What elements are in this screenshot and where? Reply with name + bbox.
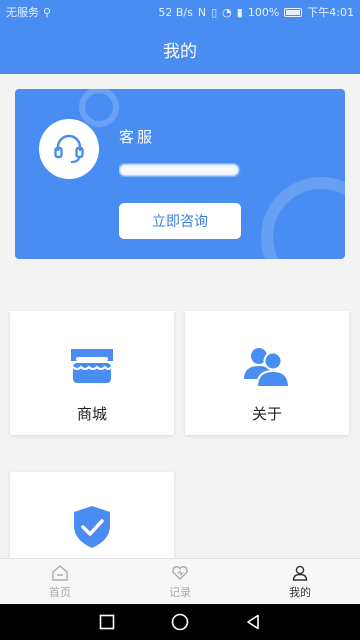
tile-store[interactable]: 商城 bbox=[10, 311, 174, 435]
nav-records-label: 记录 bbox=[169, 585, 191, 599]
tile-label: 关于 bbox=[251, 405, 282, 423]
nav-mine-label: 我的 bbox=[289, 585, 311, 599]
shield-check-icon bbox=[65, 500, 119, 554]
heart-icon bbox=[172, 565, 188, 580]
status-bar: 无服务 ⚲ 52 B/s N ▯ ◔ ▮ 100% 下午4:01 bbox=[0, 0, 360, 24]
nav-records[interactable]: 记录 bbox=[120, 559, 240, 604]
usb-icon: ⚲ bbox=[43, 5, 52, 19]
battery-icon bbox=[284, 7, 303, 17]
bottom-nav: 首页 记录 我的 bbox=[0, 558, 360, 604]
service-title: 客服 bbox=[119, 128, 156, 146]
tile-security[interactable] bbox=[10, 472, 174, 558]
headset-avatar bbox=[39, 119, 99, 179]
nav-home-label: 首页 bbox=[49, 585, 71, 599]
clock: 下午4:01 bbox=[307, 6, 354, 19]
page-title: 我的 bbox=[163, 41, 197, 62]
consult-now-button[interactable]: 立即咨询 bbox=[119, 203, 241, 239]
decor-ring bbox=[261, 177, 345, 259]
recents-icon[interactable] bbox=[92, 607, 122, 637]
decor-ring bbox=[79, 89, 119, 127]
tile-about[interactable]: 关于 bbox=[185, 311, 349, 435]
wifi-icon: ◔ bbox=[222, 5, 232, 19]
nav-mine[interactable]: 我的 bbox=[240, 559, 360, 604]
headset-icon bbox=[54, 134, 84, 164]
system-nav-bar bbox=[0, 604, 360, 640]
main-content: 客服 立即咨询 商城 关于 bbox=[0, 74, 360, 558]
home-circle-icon[interactable] bbox=[165, 607, 195, 637]
battery-percent: 100% bbox=[247, 5, 280, 19]
customer-service-card: 客服 立即咨询 bbox=[15, 89, 345, 259]
title-bar: 我的 bbox=[0, 24, 360, 74]
users-icon bbox=[240, 339, 294, 393]
service-phone bbox=[119, 163, 259, 177]
user-icon bbox=[292, 565, 308, 581]
net-speed: 52 B/s bbox=[158, 5, 193, 19]
tile-label: 商城 bbox=[76, 405, 107, 423]
carrier-text: 无服务 bbox=[6, 6, 39, 19]
home-icon bbox=[52, 564, 68, 581]
vibrate-icon: ▯ bbox=[211, 5, 218, 19]
battery-saver-icon: ▮ bbox=[236, 5, 243, 19]
back-icon[interactable] bbox=[238, 607, 268, 637]
store-icon bbox=[65, 339, 119, 393]
nfc-icon: N bbox=[197, 5, 207, 19]
nav-home[interactable]: 首页 bbox=[0, 559, 120, 604]
